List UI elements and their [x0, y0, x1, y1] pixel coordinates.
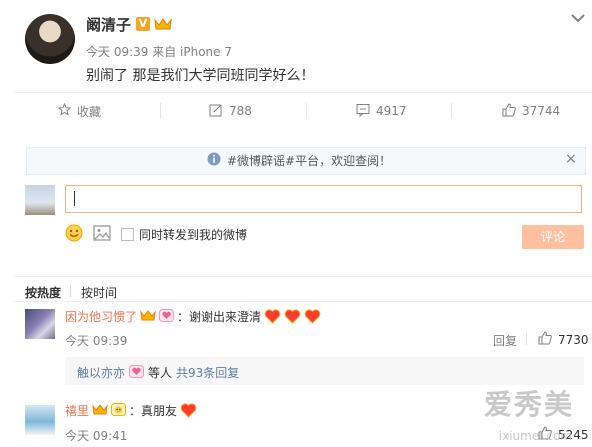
text-caret — [74, 191, 75, 206]
comment-line: 因为他习惯了 ：谢谢出来澄清 — [65, 308, 321, 325]
heart-badge-icon — [159, 308, 175, 325]
comment-line: 禧里 ：真朋友 — [65, 402, 197, 419]
comment-count: 4917 — [376, 104, 407, 118]
sort-by-time[interactable]: 按时间 — [81, 284, 117, 301]
comment-like-count: 7730 — [558, 332, 589, 347]
thumbs-up-icon — [502, 102, 516, 120]
comment-text: ：谢谢出来澄清 — [177, 310, 262, 324]
comment-time: 今天 09:41 — [65, 429, 128, 443]
comment-icon — [356, 103, 370, 120]
commenter-avatar[interactable] — [25, 405, 55, 435]
sub-reply-text: 等人 — [148, 366, 173, 380]
author-avatar[interactable] — [25, 14, 75, 64]
repost-button[interactable]: 788 — [209, 103, 252, 119]
composer-tools: 同时转发到我的微博 — [65, 224, 247, 245]
divider — [14, 92, 592, 93]
repost-checkbox[interactable]: 同时转发到我的微博 — [121, 226, 247, 243]
vip-crown-icon — [140, 309, 156, 324]
post-meta: 今天 09:39 来自 iPhone 7 — [86, 45, 232, 59]
collect-button[interactable]: 收藏 — [57, 102, 102, 119]
heart-emoji-icon — [284, 308, 301, 325]
divider — [160, 103, 161, 119]
comment-input[interactable] — [65, 185, 582, 213]
emoji-icon[interactable] — [65, 224, 83, 245]
collect-label: 收藏 — [77, 104, 102, 119]
comment-time: 今天 09:39 — [65, 334, 128, 348]
divider — [306, 103, 307, 119]
commenter-avatar[interactable] — [25, 309, 55, 339]
thumbs-up-icon — [538, 331, 552, 348]
cat-badge-icon — [111, 402, 127, 419]
commenter-name[interactable]: 因为他习惯了 — [65, 308, 137, 325]
watermark-url: ixiumei.com — [498, 429, 572, 443]
divider — [14, 276, 592, 277]
heart-emoji-icon — [180, 402, 197, 419]
rumor-notice-text: #微博辟谣#平台，欢迎查阅！ — [227, 154, 392, 168]
repost-count: 788 — [229, 104, 252, 118]
repost-checkbox-label: 同时转发到我的微博 — [139, 228, 248, 242]
comment-text: ：真朋友 — [129, 404, 178, 418]
star-icon — [57, 102, 72, 119]
like-button[interactable]: 37744 — [502, 102, 561, 120]
sub-reply-summary: 触以亦亦 等人 共93条回复 — [77, 364, 239, 381]
heart-emoji-icon — [304, 308, 321, 325]
repost-icon — [209, 103, 223, 120]
divider — [451, 103, 452, 119]
close-icon[interactable]: × — [565, 151, 577, 167]
image-icon[interactable] — [93, 225, 111, 244]
comment-button[interactable]: 4917 — [356, 103, 407, 119]
vip-crown-icon — [154, 17, 174, 31]
reply-button[interactable]: 回复 — [493, 332, 517, 349]
rumor-notice[interactable]: #微博辟谣#平台，欢迎查阅！ — [207, 152, 391, 169]
commenter-name[interactable]: 禧里 — [65, 402, 89, 419]
sort-by-hot[interactable]: 按热度 — [25, 284, 61, 301]
heart-emoji-icon — [264, 308, 281, 325]
checkbox[interactable] — [121, 228, 134, 241]
submit-comment-button[interactable]: 评论 — [522, 225, 584, 249]
my-avatar — [25, 185, 55, 215]
sub-reply-user[interactable]: 触以亦亦 — [77, 364, 125, 381]
divider — [14, 301, 592, 302]
vip-crown-icon — [92, 403, 108, 418]
author-name[interactable]: 阚清子 — [86, 14, 131, 35]
post-text: 别闹了 那是我们大学同班同学好么！ — [86, 68, 315, 84]
comment-like-button[interactable]: 7730 — [538, 331, 589, 348]
watermark: 爱秀美 — [483, 388, 574, 421]
heart-badge-icon — [129, 364, 145, 381]
divider — [70, 285, 71, 297]
verified-badge-icon: V — [136, 17, 150, 31]
info-icon — [207, 152, 221, 169]
like-count: 37744 — [522, 104, 561, 118]
chevron-down-icon[interactable] — [570, 12, 586, 24]
view-all-replies-link[interactable]: 共93条回复 — [176, 364, 239, 381]
divider — [526, 333, 527, 345]
